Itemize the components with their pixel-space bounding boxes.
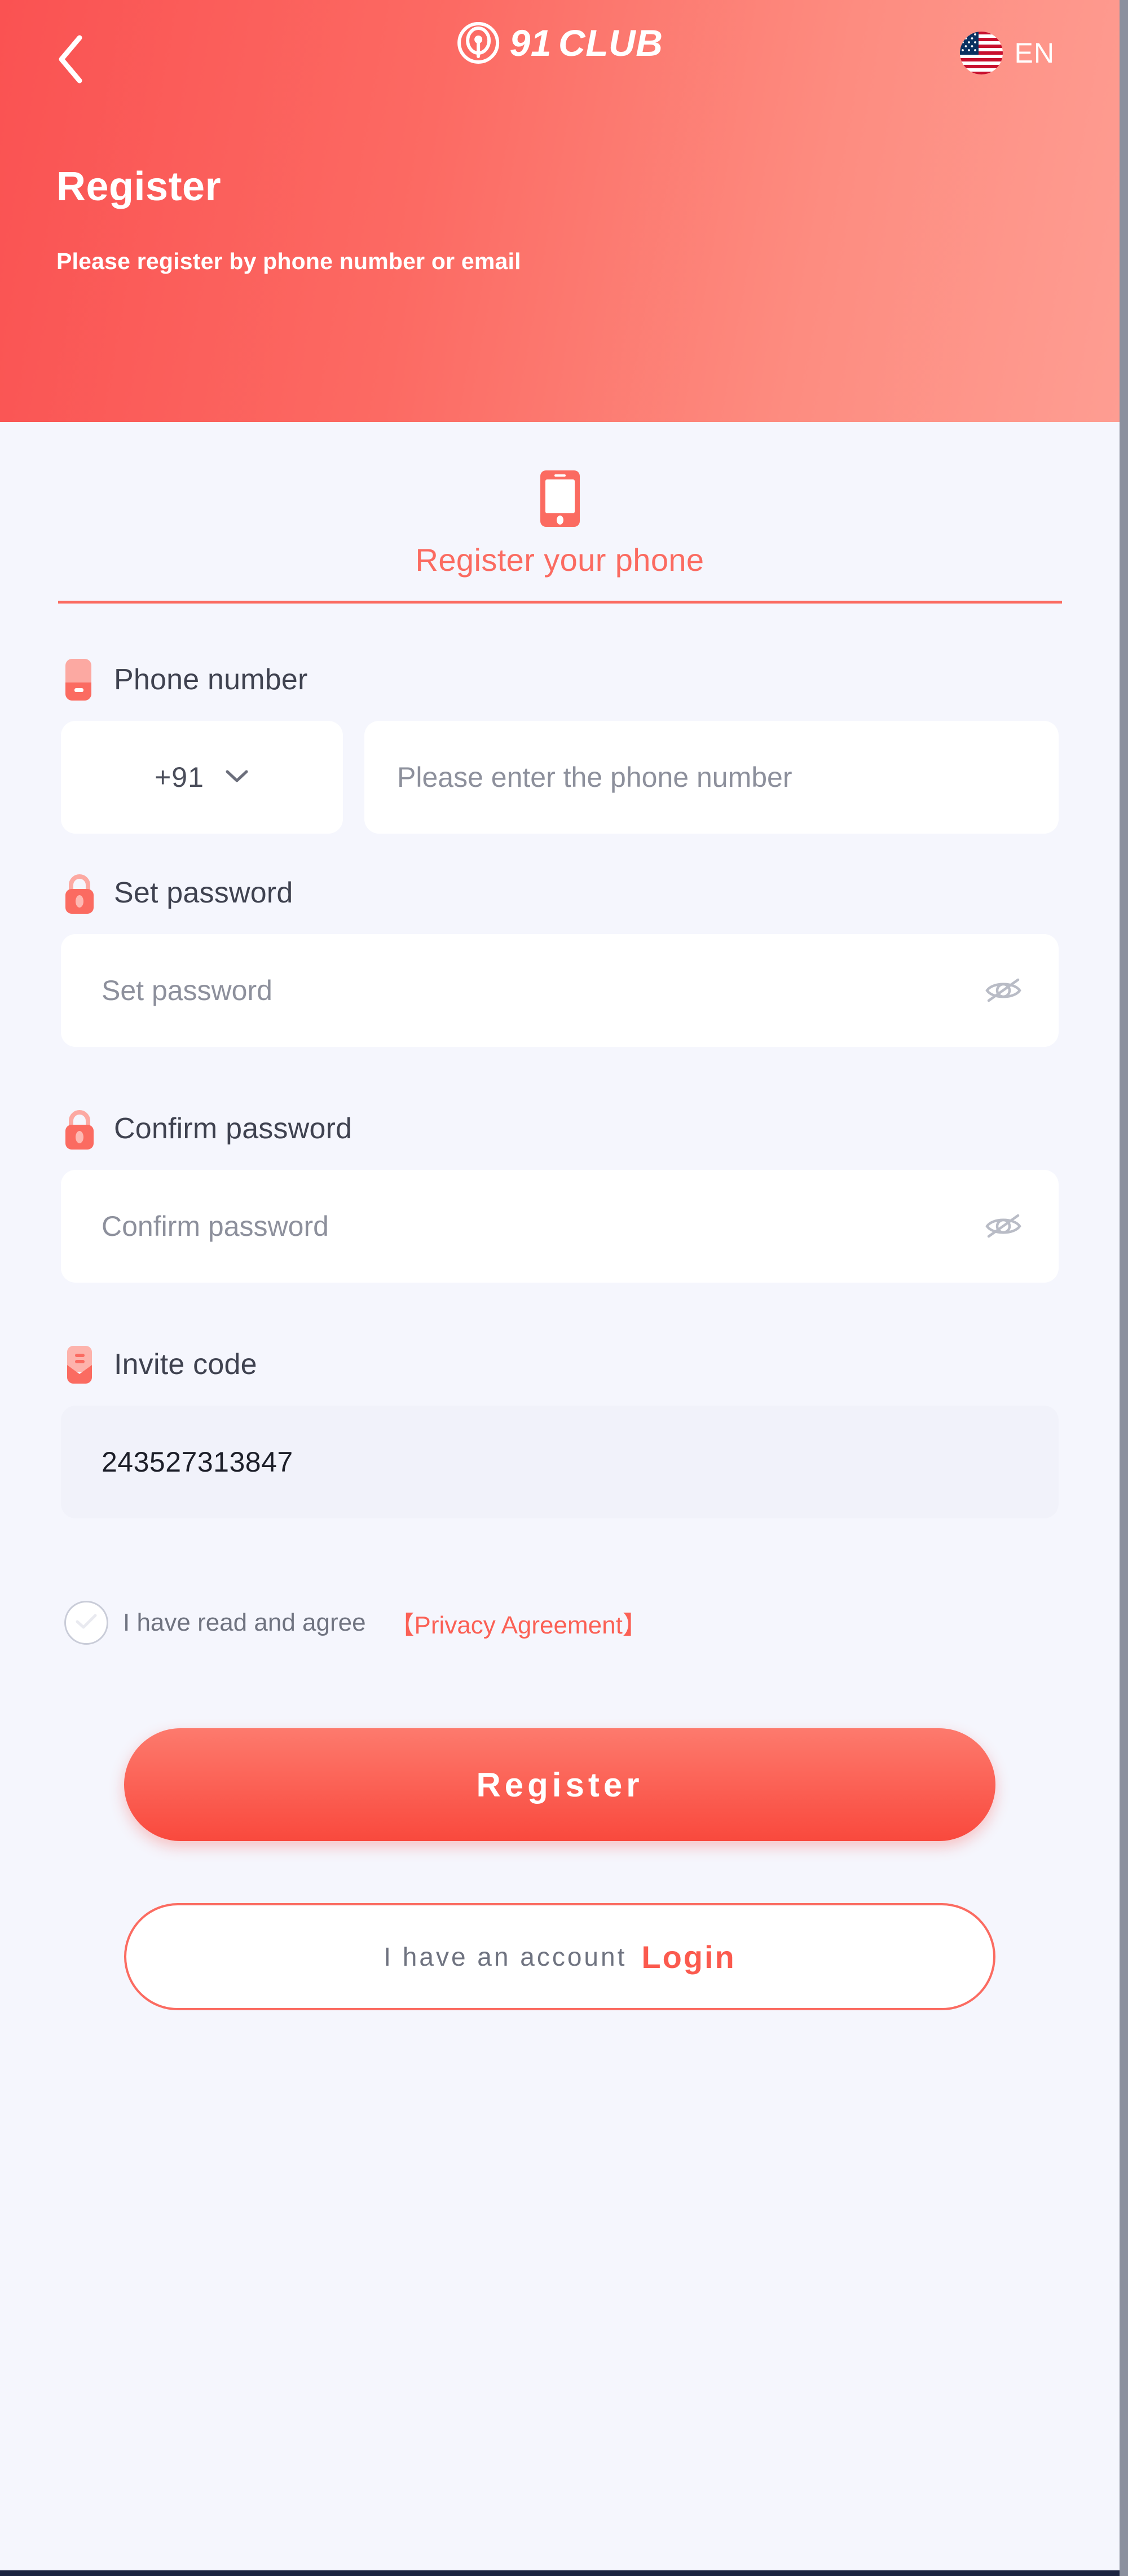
language-label: EN (1014, 37, 1055, 69)
tab-register-phone[interactable]: Register your phone (58, 468, 1062, 604)
confirm-password-placeholder: Confirm password (102, 1210, 329, 1242)
header-bar: 91 CLUB EN (0, 0, 1120, 118)
eye-off-icon[interactable] (983, 974, 1024, 1007)
lock-icon (61, 871, 98, 915)
country-code-select[interactable]: +91 (61, 721, 343, 834)
brand-logo[interactable]: 91 CLUB (457, 21, 663, 64)
brand-number: 91 (509, 22, 552, 64)
register-form: Phone number +91 Please enter the phone … (0, 658, 1120, 1645)
privacy-agreement-row: I have read and agree 【Privacy Agreement… (61, 1601, 1059, 1645)
agreement-text: I have read and agree (123, 1609, 366, 1636)
invite-code-input[interactable]: 243527313847 (61, 1406, 1059, 1518)
set-password-placeholder: Set password (102, 975, 272, 1006)
chevron-down-icon (224, 768, 249, 787)
phone-card-icon (61, 658, 98, 702)
set-password-label: Set password (114, 877, 293, 909)
phone-number-label: Phone number (114, 663, 308, 696)
confirm-password-label: Confirm password (114, 1112, 352, 1145)
back-button[interactable] (39, 28, 102, 90)
page-bottom-edge (0, 2570, 1120, 2576)
invite-code-value: 243527313847 (102, 1446, 293, 1478)
phone-input-row: +91 Please enter the phone number (61, 721, 1059, 834)
set-password-input[interactable]: Set password (61, 934, 1059, 1047)
privacy-agreement-link[interactable]: 【Privacy Agreement】 (390, 1605, 647, 1641)
language-switcher[interactable]: EN (959, 31, 1055, 75)
phone-number-placeholder: Please enter the phone number (397, 761, 792, 793)
brand-word: CLUB (558, 22, 663, 64)
confirm-password-label-row: Confirm password (61, 1107, 1059, 1151)
phone-number-label-row: Phone number (61, 658, 1059, 702)
register-page: 91 CLUB EN Register Please register by p… (0, 0, 1128, 2576)
login-button-prefix: I have an account (384, 1942, 627, 1971)
invite-envelope-icon (61, 1342, 98, 1386)
confirm-password-input[interactable]: Confirm password (61, 1170, 1059, 1283)
chevron-left-icon (55, 33, 86, 85)
us-flag-icon (959, 31, 1003, 75)
tab-label: Register your phone (415, 542, 704, 578)
check-circle-icon (74, 1612, 99, 1634)
mobile-phone-icon (538, 468, 582, 529)
page-title: Register (56, 164, 222, 209)
vertical-scrollbar[interactable] (1120, 0, 1128, 2576)
eye-off-icon[interactable] (983, 1209, 1024, 1243)
agreement-checkbox[interactable] (64, 1601, 108, 1645)
tab-bar: Register your phone (0, 422, 1120, 604)
brand-name: 91 CLUB (510, 24, 663, 61)
invite-code-label: Invite code (114, 1348, 257, 1381)
login-button-label: Login (641, 1939, 736, 1975)
register-button[interactable]: Register (124, 1728, 995, 1841)
set-password-label-row: Set password (61, 871, 1059, 915)
login-button[interactable]: I have an account Login (124, 1903, 995, 2010)
action-buttons: Register I have an account Login (0, 1728, 1120, 2010)
lock-icon (61, 1107, 98, 1151)
register-button-label: Register (476, 1765, 644, 1804)
page-subtitle: Please register by phone number or email (56, 248, 521, 274)
target-circle-icon (457, 21, 500, 64)
page-header: 91 CLUB EN Register Please register by p… (0, 0, 1120, 422)
invite-code-label-row: Invite code (61, 1342, 1059, 1386)
phone-number-input[interactable]: Please enter the phone number (364, 721, 1059, 834)
country-code-value: +91 (155, 761, 204, 793)
